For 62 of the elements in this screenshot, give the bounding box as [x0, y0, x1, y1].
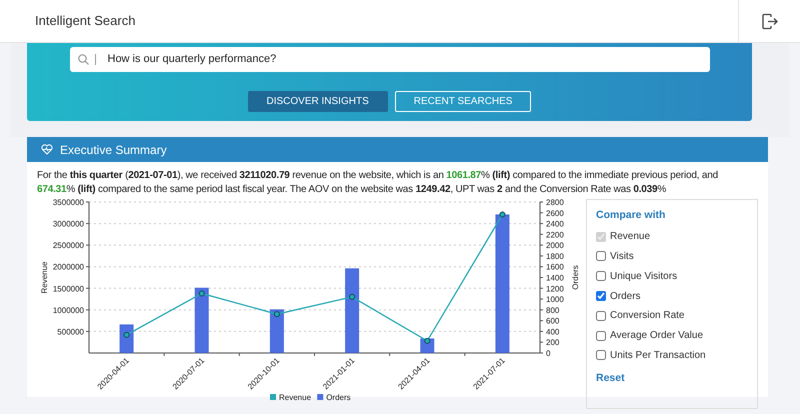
checkbox[interactable] — [596, 251, 606, 262]
y-tick-label: 800 — [546, 306, 560, 315]
checkbox[interactable] — [596, 310, 606, 321]
y-tick-label: 500000 — [57, 327, 84, 336]
point — [424, 338, 430, 344]
panel-title: Compare with — [596, 208, 666, 223]
y-tick-label: 600 — [546, 316, 560, 326]
y-tick-label: 200 — [546, 338, 560, 348]
legend-label: Revenue — [279, 393, 312, 402]
y-tick-label: 1800 — [546, 252, 564, 261]
y-tick-label: 2400 — [546, 220, 564, 229]
action-button[interactable]: RECENT SEARCHES — [394, 91, 532, 112]
y-tick-label: 1000 — [546, 295, 564, 304]
point — [499, 212, 506, 218]
checkbox-label: Units Per Transaction — [610, 348, 706, 363]
reset-link[interactable]: Reset — [596, 371, 748, 388]
legend-swatch — [317, 394, 324, 400]
heart-pulse-icon — [41, 144, 53, 155]
y-tick-label: 2600 — [546, 208, 564, 218]
checkbox-label: Revenue — [610, 230, 650, 244]
app-title: Intelligent Search — [35, 12, 136, 30]
search-bar[interactable]: How is our quarterly performance? — [70, 47, 710, 72]
y-tick-label: 1600 — [546, 262, 564, 272]
action-button[interactable]: DISCOVER INSIGHTS — [248, 91, 388, 112]
point — [198, 290, 205, 296]
checkbox-label: Average Order Value — [610, 329, 704, 344]
axis-title: Revenue — [40, 261, 49, 294]
y-tick-label: 2200 — [546, 230, 564, 240]
checkbox[interactable] — [596, 271, 606, 282]
legend-label: Orders — [326, 393, 351, 402]
y-tick-label: 400 — [546, 327, 560, 336]
point — [349, 294, 356, 300]
bar — [270, 309, 284, 353]
y-tick-label: 0 — [546, 349, 550, 358]
search-icon — [78, 54, 88, 65]
bar — [194, 288, 209, 353]
point — [274, 311, 280, 318]
checkbox[interactable] — [596, 330, 606, 341]
y-tick-label: 1500000 — [52, 284, 84, 294]
y-tick-label: 3500000 — [52, 198, 84, 207]
logout-icon[interactable] — [761, 12, 778, 30]
checkbox-label: Orders — [610, 290, 641, 304]
checkbox-label: Conversion Rate — [610, 309, 684, 324]
checkbox[interactable] — [596, 291, 606, 302]
checkbox-label: Visits — [610, 250, 634, 264]
y-tick-label: 2000000 — [52, 262, 84, 272]
y-tick-label: 2800 — [546, 198, 564, 207]
y-tick-label: 3000000 — [52, 220, 84, 229]
search-field[interactable]: How is our quarterly performance? — [108, 51, 702, 68]
checkbox-label: Unique Visitors — [610, 270, 678, 284]
legend-swatch — [270, 394, 276, 400]
y-tick-label: 2500000 — [52, 241, 84, 250]
section-title: Executive Summary — [60, 142, 167, 158]
axis-title: Orders — [571, 265, 580, 290]
y-tick-label: 1400 — [546, 274, 564, 282]
bar — [120, 324, 134, 353]
checkbox[interactable] — [596, 350, 606, 360]
y-tick-label: 1000000 — [52, 306, 84, 315]
point — [124, 332, 130, 338]
y-tick-label: 2000 — [546, 241, 564, 250]
summary-text: For the this quarter (2021-07-01), we received 3211020.79 revenue on the website, which is an 1061.87% (lift) compared to the immediate previous period, and 674.31% (lift) compared to the same period last fiscal year. The AOV on the website was 1249.42, UPT was 2 and the Conversion Rate was 0.039% — [36, 169, 719, 197]
y-tick-label: 1200 — [546, 284, 564, 294]
